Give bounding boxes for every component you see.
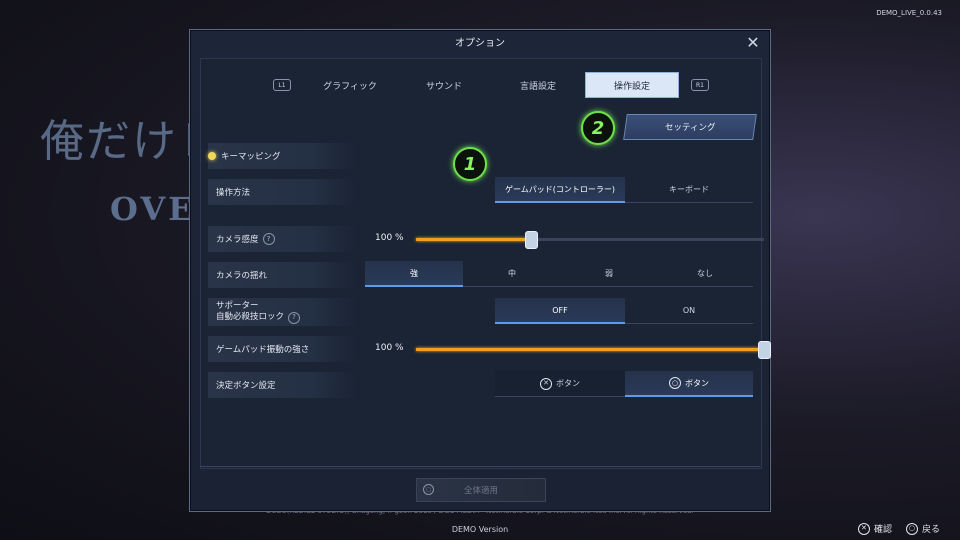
slider-handle[interactable]: [758, 341, 771, 359]
key-mapping-label: キーマッピング: [221, 152, 281, 162]
option-shake-strong[interactable]: 強: [365, 261, 463, 287]
r1-key-icon[interactable]: R1: [691, 79, 709, 91]
confirm-hint[interactable]: ✕ 確認: [857, 522, 892, 535]
footer-hints: ✕ 確認 ○ 戻る: [857, 522, 940, 535]
back-label: 戻る: [921, 525, 940, 535]
square-button-icon: □: [423, 484, 434, 495]
key-mapping-setting-button[interactable]: セッティング: [623, 114, 757, 140]
option-gamepad[interactable]: ゲームパッド(コントローラー): [495, 177, 625, 203]
build-version: DEMO_LIVE_0.0.43: [876, 9, 942, 17]
control-method-row: 操作方法: [208, 179, 356, 205]
tab-controls[interactable]: 操作設定: [585, 72, 679, 98]
slider-fill: [416, 348, 764, 351]
key-mapping-row[interactable]: キーマッピング: [208, 143, 356, 169]
camera-shake-label: カメラの揺れ: [216, 271, 268, 281]
slider-handle[interactable]: [524, 231, 538, 249]
back-hint[interactable]: ○ 戻る: [905, 522, 940, 535]
camera-sensitivity-slider[interactable]: [416, 231, 764, 249]
tab-graphics[interactable]: グラフィック: [303, 72, 397, 98]
option-circle-label: ボタン: [685, 378, 709, 388]
option-cross-label: ボタン: [556, 379, 580, 388]
game-logo-sub: OVE: [110, 190, 196, 228]
confirm-button-selector: ✕ ボタン ○ ボタン: [495, 371, 753, 397]
demo-version-label: DEMO Version: [451, 525, 509, 534]
supporter-label-line2: 自動必殺技ロック: [216, 312, 285, 322]
setting-button-label: セッティング: [664, 123, 716, 133]
option-on[interactable]: ON: [625, 298, 753, 324]
tab-sound[interactable]: サウンド: [397, 72, 491, 98]
option-shake-weak[interactable]: 弱: [561, 261, 657, 287]
supporter-label-line1: サポーター: [216, 300, 259, 311]
camera-shake-row: カメラの揺れ: [208, 262, 356, 288]
confirm-button-label: 決定ボタン設定: [216, 381, 276, 391]
supporter-selector: OFF ON: [495, 298, 753, 324]
annotation-badge-2: 2: [581, 111, 615, 145]
gamepad-vibration-row: ゲームパッド振動の強さ: [208, 336, 356, 362]
gamepad-vibration-slider[interactable]: [416, 341, 771, 359]
tab-bar: L1 グラフィック サウンド 言語設定 操作設定 R1: [261, 71, 721, 99]
camera-sensitivity-label: カメラ感度: [216, 235, 259, 245]
control-method-label: 操作方法: [216, 188, 251, 198]
help-icon[interactable]: ?: [262, 233, 275, 245]
cross-button-icon: ✕: [540, 377, 552, 390]
circle-button-icon: ○: [905, 522, 918, 535]
option-shake-none[interactable]: なし: [657, 261, 753, 287]
camera-sensitivity-row: カメラ感度 ?: [208, 226, 356, 252]
cross-button-icon: ✕: [857, 522, 870, 535]
options-panel: L1 グラフィック サウンド 言語設定 操作設定 R1 キーマッピング 2 セッ…: [200, 58, 771, 469]
options-dialog: オプション ✕ L1 グラフィック サウンド 言語設定 操作設定 R1 キーマッ…: [189, 29, 771, 512]
option-keyboard[interactable]: キーボード: [625, 177, 753, 203]
gamepad-vibration-value: 100 %: [375, 343, 404, 353]
annotation-badge-1: 1: [453, 147, 487, 181]
control-method-selector: ゲームパッド(コントローラー) キーボード: [495, 177, 753, 203]
confirm-button-row: 決定ボタン設定: [208, 372, 356, 398]
circle-button-icon: ○: [669, 377, 681, 389]
option-circle-button[interactable]: ○ ボタン: [625, 371, 753, 397]
option-off[interactable]: OFF: [495, 298, 625, 324]
camera-shake-selector: 強 中 弱 なし: [365, 261, 753, 287]
option-cross-button[interactable]: ✕ ボタン: [495, 371, 625, 397]
help-icon[interactable]: ?: [288, 311, 301, 324]
close-icon[interactable]: ✕: [745, 35, 761, 51]
tab-language[interactable]: 言語設定: [491, 72, 585, 98]
slider-fill: [416, 238, 531, 241]
dialog-title: オプション: [455, 38, 505, 49]
option-shake-medium[interactable]: 中: [463, 261, 561, 287]
gamepad-vibration-label: ゲームパッド振動の強さ: [216, 345, 310, 355]
supporter-row: サポーター 自動必殺技ロック ?: [208, 298, 356, 326]
confirm-label: 確認: [873, 525, 892, 535]
focus-indicator-icon: [208, 152, 216, 160]
apply-all-label: 全体適用: [463, 486, 498, 496]
divider: [200, 466, 760, 467]
l1-key-icon[interactable]: L1: [273, 79, 291, 91]
camera-sensitivity-value: 100 %: [375, 233, 404, 243]
apply-all-button[interactable]: □ 全体適用: [416, 478, 546, 502]
